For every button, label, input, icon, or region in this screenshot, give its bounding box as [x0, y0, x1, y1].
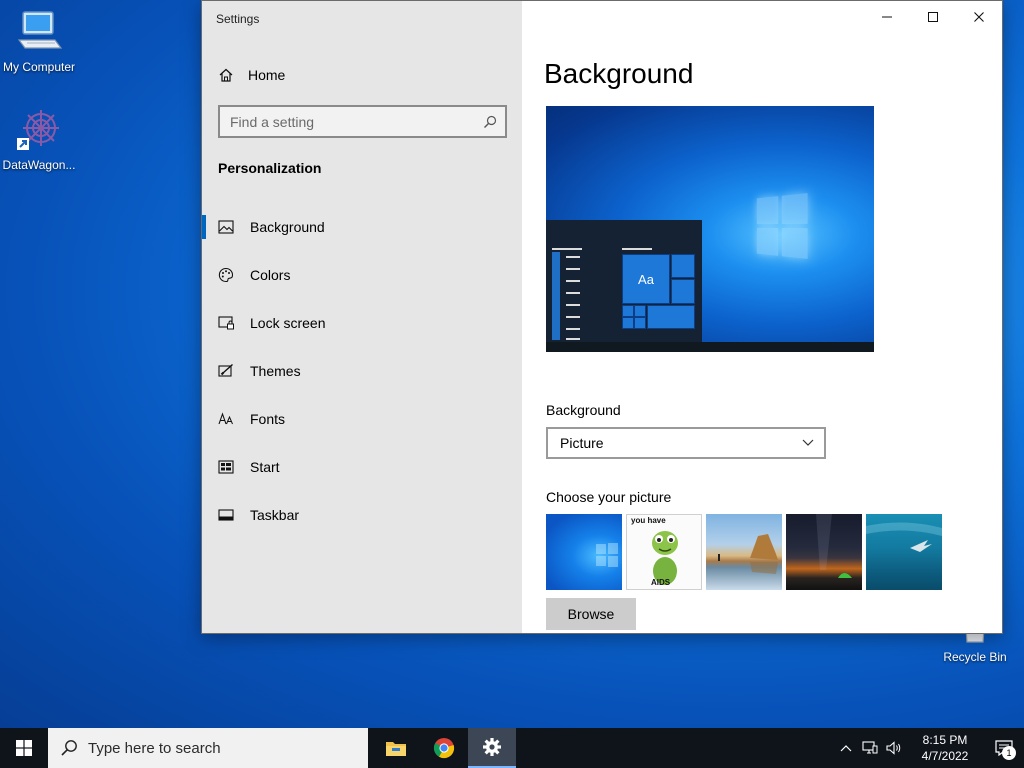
file-explorer-icon [385, 739, 407, 757]
find-setting-input[interactable] [230, 113, 483, 130]
clock-date: 4/7/2022 [921, 749, 969, 763]
section-heading: Personalization [218, 160, 322, 176]
picture-thumbnail[interactable] [786, 514, 862, 590]
nav-item-themes[interactable]: Themes [202, 347, 522, 395]
preview-start-menu: Aa [546, 220, 702, 342]
taskbar-icon [218, 507, 234, 523]
taskbar-settings[interactable] [468, 728, 516, 768]
picture-thumbnail[interactable] [546, 514, 622, 590]
chevron-down-icon [802, 439, 814, 447]
thumbnail-caption: AIDS [651, 578, 671, 587]
home-link[interactable]: Home [218, 63, 508, 87]
home-icon [218, 67, 234, 83]
nav-item-lock-screen[interactable]: Lock screen [202, 299, 522, 347]
background-preview: Aa [546, 106, 874, 352]
clock-time: 8:15 PM [922, 733, 968, 747]
nav-item-label: Background [250, 219, 325, 235]
volume-icon [886, 741, 902, 755]
taskbar-chrome[interactable] [420, 728, 468, 768]
page-title: Background [544, 58, 694, 89]
close-icon [973, 11, 985, 23]
picture-thumbnail[interactable] [866, 514, 942, 590]
network-icon [862, 741, 878, 755]
nav-item-taskbar[interactable]: Taskbar [202, 491, 522, 539]
home-label: Home [248, 67, 286, 83]
nav-item-label: Fonts [250, 411, 286, 427]
notification-badge: 1 [1002, 746, 1016, 760]
nav-item-label: Colors [250, 267, 291, 283]
preview-tile-aa: Aa [622, 254, 670, 304]
desktop-icon-my-computer[interactable]: My Computer [0, 8, 81, 74]
desktop-icon-label: DataWagon... [2, 158, 76, 172]
chevron-up-icon [840, 744, 852, 752]
system-tray: 8:15 PM 4/7/2022 1 [834, 728, 1024, 768]
windows-logo-icon [16, 740, 32, 756]
nav-item-label: Start [250, 459, 280, 475]
background-type-dropdown[interactable]: Picture [546, 427, 826, 459]
window-title: Settings [216, 12, 260, 26]
nav-item-background[interactable]: Background [202, 203, 522, 251]
tray-network-button[interactable] [858, 728, 882, 768]
desktop-icon-datawagon[interactable]: DataWagon... [0, 106, 81, 172]
maximize-button[interactable] [910, 1, 956, 33]
palette-icon [218, 267, 234, 283]
desktop-icon-label: Recycle Bin [943, 650, 1007, 664]
window-controls [864, 1, 1002, 33]
maximize-icon [927, 11, 939, 23]
computer-icon [15, 8, 63, 56]
start-button[interactable] [0, 728, 48, 768]
tray-volume-button[interactable] [882, 728, 906, 768]
nav-item-start[interactable]: Start [202, 443, 522, 491]
close-button[interactable] [956, 1, 1002, 33]
windows-logo-icon [756, 193, 808, 259]
choose-picture-label: Choose your picture [546, 489, 672, 505]
search-icon[interactable] [483, 115, 497, 129]
themes-icon [218, 363, 234, 379]
chrome-icon [433, 737, 455, 759]
taskbar-search-input[interactable] [88, 739, 348, 757]
picture-thumbnails: you have AIDS [546, 514, 942, 590]
picture-thumbnail[interactable] [706, 514, 782, 590]
taskbar-file-explorer[interactable] [372, 728, 420, 768]
picture-icon [218, 219, 234, 235]
fonts-icon [218, 411, 234, 427]
nav-item-label: Lock screen [250, 315, 326, 331]
minimize-icon [881, 11, 893, 23]
nav-item-fonts[interactable]: Fonts [202, 395, 522, 443]
picture-thumbnail[interactable]: you have AIDS [626, 514, 702, 590]
nav-item-label: Taskbar [250, 507, 300, 523]
nav-pane: Settings Home Personalization [202, 1, 522, 633]
settings-gear-icon [482, 737, 502, 757]
search-icon [60, 739, 78, 757]
nav-list: Background Colors Lock screen Themes Fon… [202, 203, 522, 539]
background-type-label: Background [546, 402, 621, 418]
desktop-icon-label: My Computer [2, 60, 76, 74]
browse-button[interactable]: Browse [546, 598, 636, 630]
content-pane: Background Aa Background Picture Choose … [522, 1, 1002, 633]
nav-item-colors[interactable]: Colors [202, 251, 522, 299]
start-icon [218, 459, 234, 475]
lock-screen-icon [218, 315, 234, 331]
taskbar-search-box[interactable] [48, 728, 368, 768]
nav-item-label: Themes [250, 363, 301, 379]
minimize-button[interactable] [864, 1, 910, 33]
tray-overflow-button[interactable] [834, 728, 858, 768]
find-setting-box[interactable] [218, 105, 507, 138]
action-center-button[interactable]: 1 [984, 728, 1024, 768]
preview-taskbar [546, 342, 874, 352]
taskbar-clock[interactable]: 8:15 PM 4/7/2022 [906, 732, 984, 764]
settings-window: Settings Home Personalization [201, 0, 1003, 634]
background-type-value: Picture [560, 435, 604, 451]
taskbar: 8:15 PM 4/7/2022 1 [0, 728, 1024, 768]
datawagon-icon [15, 106, 63, 154]
